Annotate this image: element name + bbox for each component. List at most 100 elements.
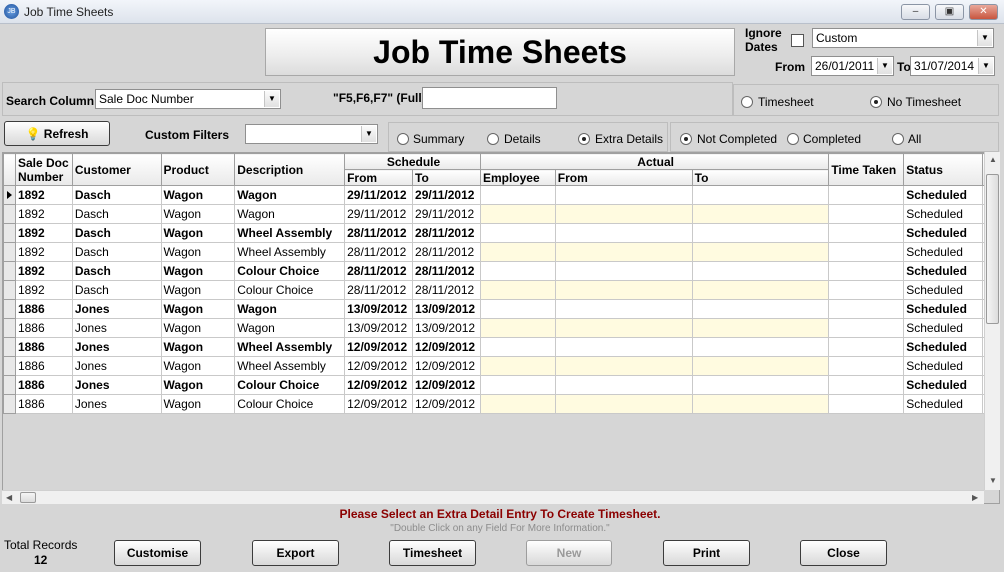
cell-actual-from[interactable] xyxy=(554,375,693,395)
cell-sale-doc[interactable]: 1892 xyxy=(14,204,73,224)
cell-product[interactable]: Wagon xyxy=(160,280,236,300)
vertical-scroll-thumb[interactable] xyxy=(986,174,999,324)
col-customer[interactable]: Customer xyxy=(71,153,162,186)
scroll-up-icon[interactable]: ▲ xyxy=(989,155,997,164)
table-row[interactable]: 1886 Jones Wagon Wagon 13/09/2012 13/09/2012 S… xyxy=(3,299,999,319)
table-row[interactable]: 1892 Dasch Wagon Colour Choice 28/11/2012 28/… xyxy=(3,261,999,281)
horizontal-scrollbar[interactable]: ◀ ▶ xyxy=(2,490,984,504)
close-window-button[interactable]: ✕ xyxy=(969,4,998,20)
cell-actual-from[interactable] xyxy=(554,242,693,262)
table-row[interactable]: 1892 Dasch Wagon Wheel Assembly 28/11/2012 28… xyxy=(3,242,999,262)
maximize-button[interactable]: ▣ xyxy=(935,4,964,20)
cell-actual-to[interactable] xyxy=(691,375,830,395)
cell-employee[interactable] xyxy=(479,337,556,357)
cell-actual-from[interactable] xyxy=(554,299,693,319)
from-date-field[interactable]: 26/01/2011 ▼ xyxy=(811,56,894,76)
cell-status[interactable]: Scheduled xyxy=(903,394,984,414)
export-button[interactable]: Export xyxy=(252,540,339,566)
cell-employee[interactable] xyxy=(479,356,556,376)
cell-customer[interactable]: Jones xyxy=(71,318,162,338)
cell-product[interactable]: Wagon xyxy=(160,204,236,224)
table-row[interactable]: 1892 Dasch Wagon Wagon 29/11/2012 29/11/2012 S… xyxy=(3,185,999,205)
table-row[interactable]: 1886 Jones Wagon Wheel Assembly 12/09/2012 12… xyxy=(3,356,999,376)
timesheet-radio[interactable] xyxy=(741,96,753,108)
details-radio[interactable] xyxy=(487,133,499,145)
table-row[interactable]: 1892 Dasch Wagon Wheel Assembly 28/11/2012 28… xyxy=(3,223,999,243)
col-actual-from[interactable]: From xyxy=(554,169,693,186)
cell-employee[interactable] xyxy=(479,280,556,300)
col-actual-to[interactable]: To xyxy=(691,169,830,186)
cell-actual-from[interactable] xyxy=(554,185,693,205)
cell-product[interactable]: Wagon xyxy=(160,242,236,262)
cell-schedule-to[interactable]: 12/09/2012 xyxy=(412,394,481,414)
cell-actual-from[interactable] xyxy=(554,204,693,224)
chevron-down-icon[interactable]: ▼ xyxy=(264,91,279,107)
cell-time-taken[interactable] xyxy=(828,394,905,414)
date-range-select[interactable]: Custom ▼ xyxy=(812,28,994,48)
cell-status[interactable]: Scheduled xyxy=(903,204,984,224)
cell-schedule-to[interactable]: 28/11/2012 xyxy=(412,223,481,243)
cell-schedule-from[interactable]: 28/11/2012 xyxy=(344,280,414,300)
cell-product[interactable]: Wagon xyxy=(160,261,236,281)
row-selector[interactable] xyxy=(3,318,16,338)
cell-time-taken[interactable] xyxy=(828,318,905,338)
cell-actual-to[interactable] xyxy=(691,299,830,319)
cell-employee[interactable] xyxy=(479,185,556,205)
cell-schedule-to[interactable]: 12/09/2012 xyxy=(412,356,481,376)
refresh-button[interactable]: 💡 Refresh xyxy=(4,121,110,146)
row-selector[interactable] xyxy=(3,299,16,319)
chevron-down-icon[interactable]: ▼ xyxy=(978,58,993,74)
cell-schedule-to[interactable]: 28/11/2012 xyxy=(412,261,481,281)
cell-status[interactable]: Scheduled xyxy=(903,375,984,395)
not-completed-radio[interactable] xyxy=(680,133,692,145)
minimize-button[interactable]: – xyxy=(901,4,930,20)
cell-customer[interactable]: Dasch xyxy=(71,204,162,224)
cell-product[interactable]: Wagon xyxy=(160,185,236,205)
cell-employee[interactable] xyxy=(479,394,556,414)
table-row[interactable]: 1886 Jones Wagon Colour Choice 12/09/2012 12/… xyxy=(3,394,999,414)
no-timesheet-radio[interactable] xyxy=(870,96,882,108)
cell-status[interactable]: Scheduled xyxy=(903,318,984,338)
cell-schedule-to[interactable]: 28/11/2012 xyxy=(412,242,481,262)
cell-sale-doc[interactable]: 1886 xyxy=(14,337,73,357)
cell-sale-doc[interactable]: 1886 xyxy=(14,356,73,376)
cell-actual-from[interactable] xyxy=(554,394,693,414)
cell-description[interactable]: Wheel Assembly xyxy=(234,242,346,262)
cell-actual-to[interactable] xyxy=(691,394,830,414)
cell-description[interactable]: Colour Choice xyxy=(234,394,346,414)
cell-time-taken[interactable] xyxy=(828,261,905,281)
cell-sale-doc[interactable]: 1892 xyxy=(14,185,73,205)
cell-description[interactable]: Wagon xyxy=(234,299,346,319)
cell-schedule-from[interactable]: 12/09/2012 xyxy=(344,394,414,414)
row-selector[interactable] xyxy=(3,356,16,376)
to-date-field[interactable]: 31/07/2014 ▼ xyxy=(910,56,995,76)
cell-schedule-from[interactable]: 29/11/2012 xyxy=(344,204,414,224)
timesheet-button[interactable]: Timesheet xyxy=(389,540,476,566)
row-selector[interactable] xyxy=(3,280,16,300)
customise-button[interactable]: Customise xyxy=(114,540,201,566)
cell-schedule-to[interactable]: 12/09/2012 xyxy=(412,337,481,357)
cell-actual-to[interactable] xyxy=(691,337,830,357)
col-sale-doc[interactable]: Sale Doc Number xyxy=(14,153,73,186)
cell-sale-doc[interactable]: 1886 xyxy=(14,299,73,319)
cell-employee[interactable] xyxy=(479,242,556,262)
chevron-down-icon[interactable]: ▼ xyxy=(977,30,992,46)
cell-time-taken[interactable] xyxy=(828,375,905,395)
cell-schedule-to[interactable]: 29/11/2012 xyxy=(412,185,481,205)
close-button[interactable]: Close xyxy=(800,540,887,566)
cell-actual-from[interactable] xyxy=(554,223,693,243)
cell-schedule-from[interactable]: 29/11/2012 xyxy=(344,185,414,205)
cell-actual-from[interactable] xyxy=(554,337,693,357)
cell-description[interactable]: Colour Choice xyxy=(234,280,346,300)
cell-status[interactable]: Scheduled xyxy=(903,223,984,243)
cell-description[interactable]: Colour Choice xyxy=(234,261,346,281)
cell-schedule-to[interactable]: 13/09/2012 xyxy=(412,318,481,338)
all-radio[interactable] xyxy=(892,133,904,145)
cell-status[interactable]: Scheduled xyxy=(903,337,984,357)
cell-status[interactable]: Scheduled xyxy=(903,299,984,319)
cell-status[interactable]: Scheduled xyxy=(903,261,984,281)
row-selector[interactable] xyxy=(3,337,16,357)
table-row[interactable]: 1892 Dasch Wagon Colour Choice 28/11/2012 28/… xyxy=(3,280,999,300)
cell-description[interactable]: Wheel Assembly xyxy=(234,337,346,357)
cell-customer[interactable]: Dasch xyxy=(71,242,162,262)
